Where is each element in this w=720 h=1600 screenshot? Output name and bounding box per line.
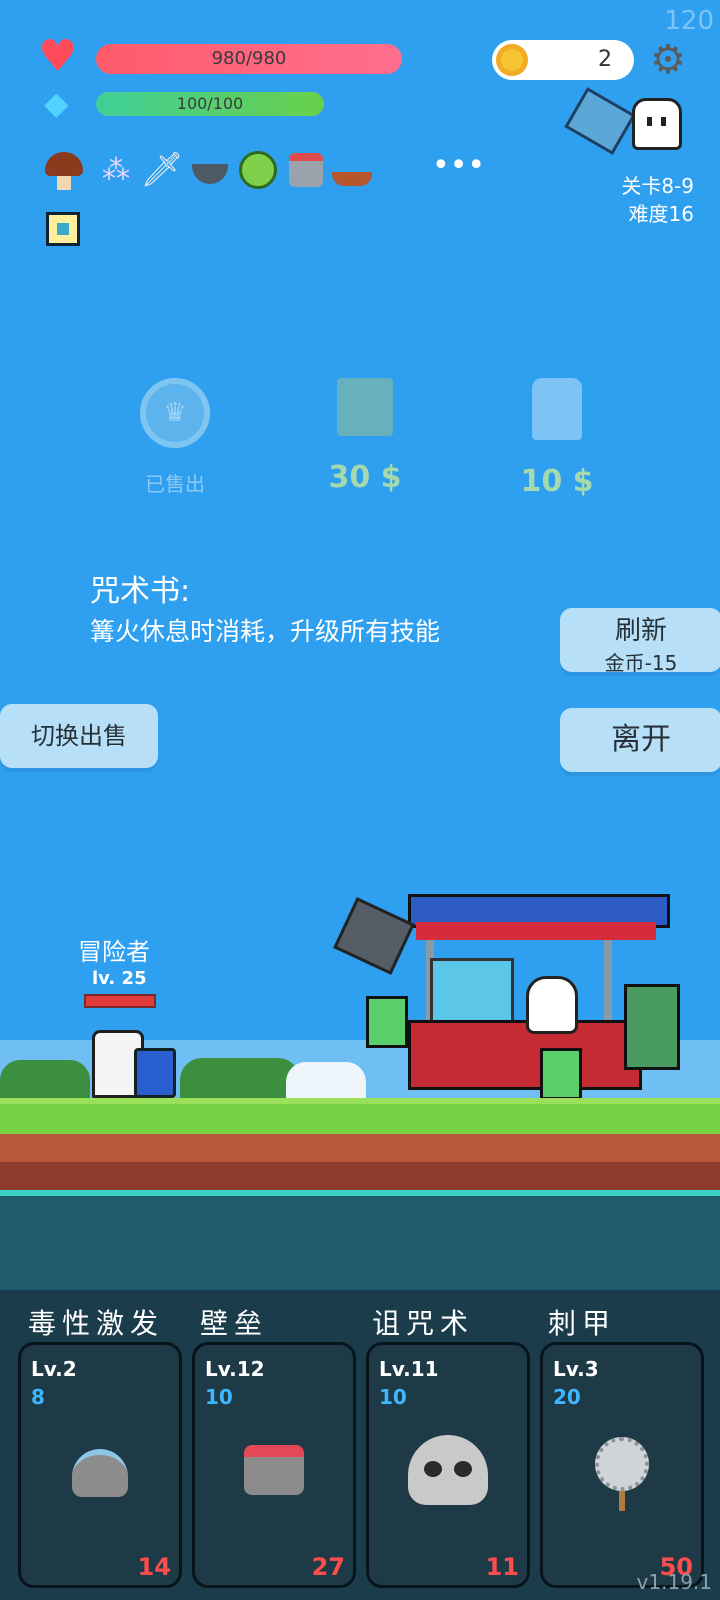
hero-name: 冒险者 [78, 938, 150, 966]
hero-level: lv. 25 [92, 968, 147, 989]
lime-icon[interactable] [236, 148, 280, 192]
water-strip [0, 1190, 720, 1296]
coin-amount: 2 [598, 47, 612, 72]
more-relics-button[interactable]: ••• [432, 148, 485, 183]
shop-item-robe[interactable]: 10 $ [492, 378, 622, 499]
mortar-icon[interactable] [188, 148, 232, 192]
skill-card-4[interactable]: Lv.3 20 50 [540, 1342, 704, 1588]
fps-counter: 120 [664, 6, 714, 36]
shop-item-sold[interactable]: ♛ 已售出 [110, 378, 240, 497]
mana-crystal-icon: ◆ [44, 84, 69, 122]
leave-button[interactable]: 离开 [560, 708, 720, 772]
ghost-icon[interactable] [632, 98, 682, 150]
spiked-mace-icon [577, 1425, 667, 1515]
skill-cost: 10 [205, 1385, 233, 1409]
refresh-cost: 金币-15 [604, 651, 678, 675]
skill-card-2[interactable]: Lv.12 10 27 [192, 1342, 356, 1588]
scroll-icon [366, 996, 408, 1048]
ship-icon[interactable] [330, 148, 374, 192]
skill-name-1: 毒性激发 [28, 1307, 165, 1340]
sword-icon[interactable]: 🗡 [140, 148, 184, 192]
skill-level: Lv.11 [379, 1357, 439, 1381]
heart-icon: ♥ [38, 31, 78, 82]
skill-name-2: 壁垒 [200, 1307, 269, 1340]
treasure-map-icon [337, 378, 393, 436]
skill-value: 11 [485, 1553, 519, 1581]
version-label: v1.19.1 [636, 1570, 712, 1594]
skill-name-3: 诅咒术 [372, 1307, 475, 1340]
coin-icon [496, 44, 528, 76]
dirt-ground [0, 1134, 720, 1190]
scroll-icon [540, 1048, 582, 1100]
hero-hp-bar [84, 994, 156, 1008]
shop-item-map[interactable]: 30 $ [300, 378, 430, 495]
cannon-icon [333, 897, 415, 975]
item-description-title: 咒术书: [90, 574, 191, 609]
hp-bar: 980/980 [96, 44, 402, 74]
shield-icon [134, 1048, 176, 1098]
shop-price-map: 30 $ [328, 460, 402, 495]
skill-value: 14 [137, 1553, 171, 1581]
difficulty-label: 难度16 [628, 202, 694, 226]
skill-cost: 8 [31, 1385, 45, 1409]
mushroom-icon[interactable] [42, 148, 86, 192]
skill-level: Lv.2 [31, 1357, 77, 1381]
refresh-button[interactable]: 刷新 金币-15 [560, 608, 720, 675]
crown-badge-icon: ♛ [140, 378, 210, 448]
skill-cost: 20 [553, 1385, 581, 1409]
lamp-icon[interactable] [42, 208, 86, 252]
skill-name-4: 刺甲 [548, 1307, 617, 1340]
skull-icon [403, 1425, 493, 1515]
switch-sell-button[interactable]: 切换出售 [0, 704, 158, 768]
robe-icon [532, 378, 582, 440]
skill-card-1[interactable]: Lv.2 8 14 [18, 1342, 182, 1588]
refresh-label: 刷新 [614, 616, 667, 646]
mana-bar: 100/100 [96, 92, 324, 116]
stage-label: 关卡8-9 [621, 174, 694, 198]
chest-armor-icon [229, 1425, 319, 1515]
item-description-text: 篝火休息时消耗，升级所有技能 [90, 617, 441, 646]
sold-out-label: 已售出 [145, 472, 205, 496]
bush [0, 1060, 90, 1100]
skill-level: Lv.3 [553, 1357, 599, 1381]
armor-icon[interactable] [284, 148, 328, 192]
bush [180, 1058, 300, 1100]
map-icon[interactable] [564, 87, 636, 155]
cloud [286, 1062, 366, 1100]
gear-icon[interactable]: ⚙ [648, 40, 688, 80]
skill-level: Lv.12 [205, 1357, 265, 1381]
skill-card-3[interactable]: Lv.11 10 11 [366, 1342, 530, 1588]
skill-cost: 10 [379, 1385, 407, 1409]
shop-price-robe: 10 $ [520, 464, 594, 499]
orbs-icon[interactable]: ⁂ [94, 148, 138, 192]
horned-helmet-icon [55, 1425, 145, 1515]
skill-value: 27 [311, 1553, 345, 1581]
merchant-cart[interactable] [408, 894, 680, 1098]
coin-counter: 2 [492, 40, 634, 80]
